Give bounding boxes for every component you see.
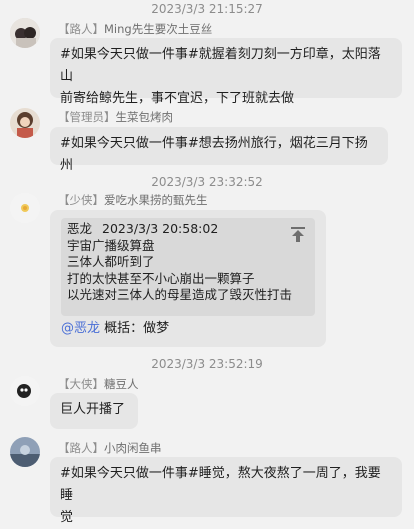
message-bubble[interactable]: #如果今天只做一件事#就握着刻刀刻一方印章，太阳落山 前寄给鲸先生，事不宜迟，下… xyxy=(50,38,402,106)
quote-header: 恶龙 2023/3/3 20:58:02 xyxy=(67,221,309,238)
sender-name[interactable]: 小肉闲鱼串 xyxy=(104,441,162,455)
sender-role: 【路人】 xyxy=(58,22,104,36)
sender-meta: 【大侠】糖豆人 xyxy=(58,377,139,391)
message-line: #如果今天只做一件事#就握着刻刀刻一方印章，太阳落山 xyxy=(60,47,381,84)
quoted-message[interactable]: 恶龙 2023/3/3 20:58:02 宇宙广播级算盘 三体人都听到了 打的太… xyxy=(61,218,315,316)
quote-author: 恶龙 xyxy=(67,221,93,236)
quote-line: 以光速对三体人的母星造成了毁灭性打击 xyxy=(67,287,293,302)
message-bubble[interactable]: 巨人开播了 xyxy=(50,393,138,429)
quote-line: 三体人都听到了 xyxy=(67,254,155,269)
avatar-photo-icon xyxy=(10,193,40,223)
avatar-photo-icon xyxy=(10,376,40,406)
reply-text: 概括：做梦 xyxy=(104,321,170,336)
sender-name[interactable]: 糖豆人 xyxy=(104,377,139,391)
avatar-photo-icon xyxy=(10,108,40,138)
message-line: 觉 xyxy=(60,510,74,525)
quote-time: 2023/3/3 20:58:02 xyxy=(102,221,219,236)
mention-link[interactable]: @恶龙 xyxy=(61,321,100,336)
avatar[interactable] xyxy=(10,18,40,48)
sender-name[interactable]: Ming先生要次土豆丝 xyxy=(104,22,212,36)
sender-role: 【路人】 xyxy=(58,441,104,455)
sender-role: 【大侠】 xyxy=(58,377,104,391)
sender-meta: 【路人】Ming先生要次土豆丝 xyxy=(58,22,212,36)
quote-line: 打的太快甚至不小心崩出一颗算子 xyxy=(67,270,255,286)
sender-role: 【管理员】 xyxy=(58,110,116,124)
message-line: 前寄给鲸先生，事不宜迟，下了班就去做 xyxy=(60,91,295,106)
sender-role: 【少侠】 xyxy=(58,193,104,207)
message-line: #如果今天只做一件事#想去扬州旅行，烟花三月下扬州 xyxy=(60,136,368,173)
sender-meta: 【管理员】生菜包烤肉 xyxy=(58,110,173,124)
quote-line: 宇宙广播级算盘 xyxy=(67,237,155,253)
sender-name[interactable]: 爱吃水果捞的甄先生 xyxy=(104,193,208,207)
message-bubble[interactable]: #如果今天只做一件事#想去扬州旅行，烟花三月下扬州 xyxy=(50,127,388,173)
timestamp: 2023/3/3 23:52:19 xyxy=(151,357,263,371)
sender-name[interactable]: 生菜包烤肉 xyxy=(116,110,174,124)
chat-message-list[interactable]: 2023/3/3 21:15:27 【路人】Ming先生要次土豆丝 #如果今天只… xyxy=(0,0,414,525)
message-bubble[interactable]: 恶龙 2023/3/3 20:58:02 宇宙广播级算盘 三体人都听到了 打的太… xyxy=(50,210,326,347)
avatar[interactable] xyxy=(10,437,40,467)
avatar[interactable] xyxy=(10,108,40,138)
arrow-up-to-line-icon[interactable] xyxy=(291,227,305,243)
message-bubble[interactable]: #如果今天只做一件事#睡觉，熬大夜熬了一周了，我要睡 觉 xyxy=(50,457,402,525)
avatar-photo-icon xyxy=(10,18,40,48)
timestamp: 2023/3/3 21:15:27 xyxy=(151,2,263,16)
reply-line: @恶龙 概括：做梦 xyxy=(61,318,169,340)
sender-meta: 【路人】小肉闲鱼串 xyxy=(58,441,162,455)
avatar[interactable] xyxy=(10,376,40,406)
sender-meta: 【少侠】爱吃水果捞的甄先生 xyxy=(58,193,208,207)
avatar[interactable] xyxy=(10,193,40,223)
message-line: 巨人开播了 xyxy=(60,402,126,417)
timestamp: 2023/3/3 23:32:52 xyxy=(151,175,263,189)
message-line: #如果今天只做一件事#睡觉，熬大夜熬了一周了，我要睡 xyxy=(60,466,381,503)
avatar-photo-icon xyxy=(10,437,40,467)
